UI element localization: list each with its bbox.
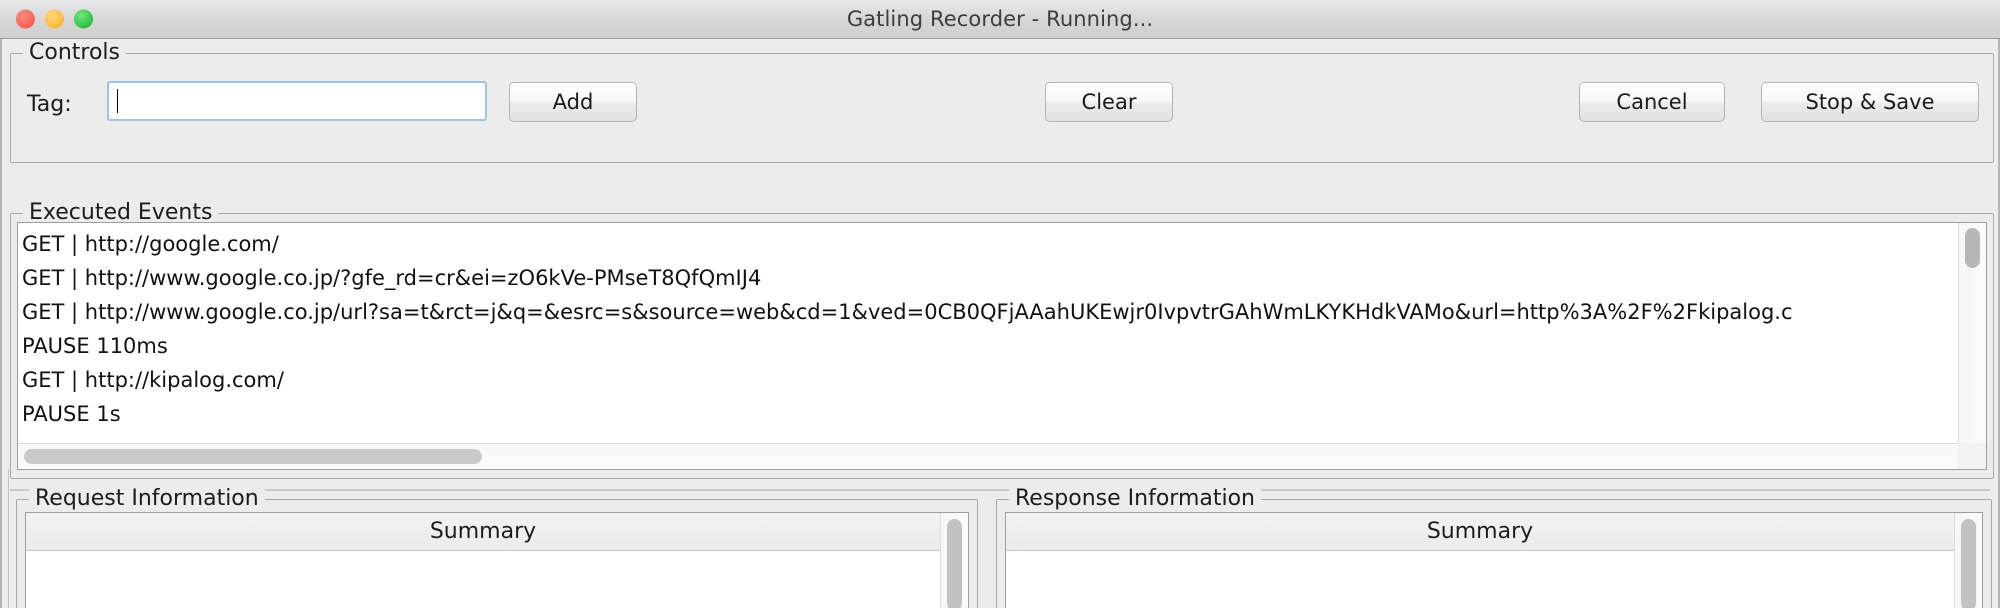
panel-divider	[10, 489, 1990, 491]
scrollbar-corner	[1958, 443, 1986, 469]
window-title: Gatling Recorder - Running...	[846, 7, 1154, 31]
add-button[interactable]: Add	[509, 82, 637, 122]
clear-button[interactable]: Clear	[1045, 82, 1173, 122]
event-line[interactable]: GET | http://www.google.co.jp/url?sa=t&r…	[22, 295, 1958, 329]
traffic-light-group	[16, 9, 93, 29]
title-bar: Gatling Recorder - Running...	[0, 0, 2000, 39]
scrollbar-thumb[interactable]	[1961, 519, 1976, 608]
gatling-recorder-window: Gatling Recorder - Running... Controls T…	[0, 0, 2000, 608]
cancel-button[interactable]: Cancel	[1579, 82, 1725, 122]
request-table-vertical-scrollbar[interactable]	[940, 513, 968, 608]
tag-label: Tag:	[27, 92, 72, 117]
scrollbar-thumb[interactable]	[947, 519, 962, 608]
executed-events-panel: Executed Events GET | http://google.com/…	[10, 200, 1994, 479]
minimize-window-icon[interactable]	[45, 9, 64, 29]
executed-events-list[interactable]: GET | http://google.com/GET | http://www…	[18, 223, 1958, 443]
response-summary-column-header: Summary	[1006, 513, 1954, 551]
scrollbar-thumb[interactable]	[1965, 228, 1980, 268]
response-table-vertical-scrollbar[interactable]	[1954, 513, 1982, 608]
scrollbar-thumb[interactable]	[24, 449, 482, 464]
executed-events-viewport: GET | http://google.com/GET | http://www…	[17, 222, 1987, 470]
close-window-icon[interactable]	[16, 9, 35, 29]
request-information-table: Summary	[25, 512, 969, 608]
response-information-table: Summary	[1005, 512, 1983, 608]
request-information-table-body[interactable]	[26, 551, 940, 608]
left-edge-filler	[2, 469, 9, 608]
window-content: Controls Tag: Add Clear Cancel Stop & Sa…	[0, 39, 2000, 608]
event-line[interactable]: PAUSE 110ms	[22, 329, 1958, 363]
response-information-table-body[interactable]	[1006, 551, 1954, 608]
request-information-legend: Request Information	[29, 486, 265, 512]
response-information-panel: Response Information Summary	[996, 486, 1992, 608]
request-information-panel: Request Information Summary	[16, 486, 978, 608]
tag-input[interactable]	[107, 81, 487, 121]
controls-panel: Controls Tag: Add Clear Cancel Stop & Sa…	[10, 40, 1994, 163]
maximize-window-icon[interactable]	[74, 9, 93, 29]
controls-panel-legend: Controls	[23, 40, 126, 66]
stop-and-save-button[interactable]: Stop & Save	[1761, 82, 1979, 122]
event-line[interactable]: GET | http://www.google.co.jp/?gfe_rd=cr…	[22, 261, 1958, 295]
event-line[interactable]: PAUSE 1s	[22, 397, 1958, 431]
response-information-legend: Response Information	[1009, 486, 1262, 512]
event-line[interactable]: GET | http://google.com/	[22, 227, 1958, 261]
request-summary-column-header: Summary	[26, 513, 940, 551]
executed-events-horizontal-scrollbar[interactable]	[18, 443, 1958, 469]
text-caret	[117, 89, 118, 113]
event-line[interactable]: GET | http://kipalog.com/	[22, 363, 1958, 397]
executed-events-vertical-scrollbar[interactable]	[1958, 223, 1986, 443]
